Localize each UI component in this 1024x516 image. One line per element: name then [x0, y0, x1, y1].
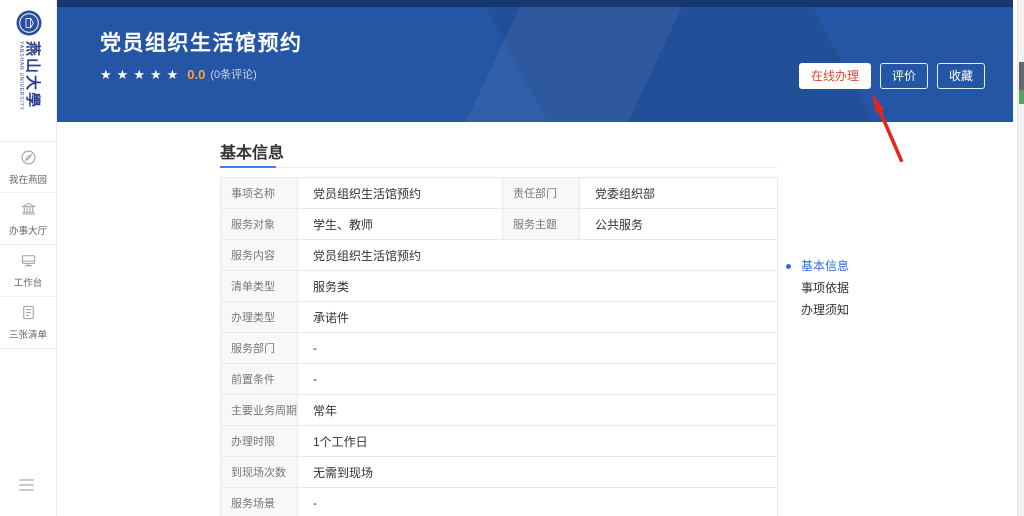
field-label: 办理类型 — [221, 302, 298, 332]
university-seal-icon — [16, 10, 42, 36]
star-icon: ★ — [166, 66, 184, 82]
field-label: 服务内容 — [221, 240, 298, 270]
table-row: 主要业务周期 常年 — [221, 395, 777, 426]
field-label: 服务场景 — [221, 488, 298, 516]
sidebar-menu: 我在燕园办事大厅工作台三张清单 — [0, 141, 56, 349]
table-row: 服务对象 学生、教师 服务主题 公共服务 — [221, 209, 777, 240]
favorite-button[interactable]: 收藏 — [936, 63, 985, 89]
section-divider — [220, 166, 778, 168]
field-value: 学生、教师 — [298, 209, 503, 239]
table-row: 到现场次数 无需到现场 — [221, 457, 777, 488]
sidebar-item-label: 工作台 — [13, 278, 43, 289]
red-pointer-arrow — [872, 93, 904, 163]
sidebar-item-label: 办事大厅 — [9, 226, 47, 237]
anchor-nav-item[interactable]: 事项依据 — [786, 282, 849, 294]
field-value: 党员组织生活馆预约 — [298, 178, 503, 208]
field-value: - — [313, 496, 317, 510]
field-value: 1个工作日 — [313, 434, 368, 449]
page: 燕山大學 YANSHAN UNIVERSITY 我在燕园 办事大厅 工作台 三张清单 … — [0, 0, 1024, 516]
anchor-nav: 基本信息事项依据办理须知 — [786, 260, 849, 326]
hamburger-menu-icon[interactable] — [19, 479, 34, 494]
scrollbar-thumb[interactable] — [1019, 62, 1024, 90]
field-value: 常年 — [313, 403, 338, 418]
field-value: 公共服务 — [595, 217, 644, 232]
university-name-cn: 燕山大學 — [24, 41, 42, 110]
field-label: 服务对象 — [221, 209, 298, 239]
anchor-nav-item[interactable]: 基本信息 — [786, 260, 849, 272]
table-row: 办理时限 1个工作日 — [221, 426, 777, 457]
rating-review-count: (0条评论) — [210, 69, 257, 81]
field-label: 事项名称 — [221, 178, 298, 208]
field-value: 承诺件 — [313, 310, 350, 325]
sidebar-item-4[interactable]: 三张清单 — [0, 297, 56, 349]
table-row: 服务场景 - — [221, 488, 777, 516]
basic-info-table: 事项名称 党员组织生活馆预约 责任部门 党委组织部 服务对象 学生、教师 服务主题 公共服务服… — [220, 177, 778, 516]
sidebar: 燕山大學 YANSHAN UNIVERSITY 我在燕园办事大厅工作台三张清单 — [0, 0, 57, 516]
university-logo: 燕山大學 YANSHAN UNIVERSITY — [0, 8, 57, 132]
field-label: 到现场次数 — [221, 457, 298, 487]
star-icon: ★ — [133, 66, 150, 82]
table-row: 事项名称 党员组织生活馆预约 责任部门 党委组织部 — [221, 178, 777, 209]
field-label: 服务主题 — [503, 209, 580, 239]
star-icon: ★ — [149, 66, 167, 82]
sidebar-item-label: 三张清单 — [9, 330, 47, 341]
table-row: 服务部门 - — [221, 333, 777, 364]
rating-score: 0.0 — [187, 66, 206, 82]
field-label: 主要业务周期 — [221, 395, 298, 425]
university-name-en: YANSHAN UNIVERSITY — [18, 41, 24, 111]
star-icon: ★ — [100, 66, 117, 82]
banner-top-strip — [57, 0, 1013, 7]
section-title: 基本信息 — [220, 145, 285, 162]
table-row: 服务内容 党员组织生活馆预约 — [221, 240, 777, 271]
scrollbar-marker — [1019, 90, 1024, 104]
field-label: 办理时限 — [221, 426, 298, 456]
field-value: 无需到现场 — [313, 465, 374, 480]
sidebar-item-2[interactable]: 办事大厅 — [0, 193, 56, 245]
star-icon: ★ — [116, 66, 134, 82]
field-label: 服务部门 — [221, 333, 298, 363]
field-value: - — [313, 341, 317, 355]
field-label: 清单类型 — [221, 271, 298, 301]
workbench-icon — [20, 252, 37, 269]
anchor-nav-label: 事项依据 — [801, 281, 850, 295]
compass-icon — [20, 149, 37, 166]
sidebar-item-1[interactable]: 我在燕园 — [0, 141, 56, 193]
sidebar-item-3[interactable]: 工作台 — [0, 245, 56, 297]
table-row: 清单类型 服务类 — [221, 271, 777, 302]
field-label: 责任部门 — [503, 178, 580, 208]
table-row: 前置条件 - — [221, 364, 777, 395]
field-label: 前置条件 — [221, 364, 298, 394]
table-row: 办理类型 承诺件 — [221, 302, 777, 333]
field-value: 党员组织生活馆预约 — [313, 248, 422, 263]
field-value: 服务类 — [313, 279, 350, 294]
anchor-nav-label: 办理须知 — [801, 303, 850, 317]
active-dot-icon — [786, 263, 791, 269]
scrollbar[interactable] — [1017, 0, 1024, 516]
field-value: - — [313, 372, 317, 386]
hall-icon — [20, 200, 37, 217]
rating-row: ★★★★★ 0.0 (0条评论) — [100, 66, 257, 82]
page-title: 党员组织生活馆预约 — [100, 32, 303, 55]
sidebar-item-label: 我在燕园 — [9, 174, 47, 186]
anchor-nav-item[interactable]: 办理须知 — [786, 304, 849, 316]
anchor-nav-label: 基本信息 — [801, 259, 850, 273]
field-value: 党委组织部 — [595, 186, 656, 201]
list-icon — [20, 304, 37, 321]
star-rating-icons: ★★★★★ — [100, 68, 183, 81]
